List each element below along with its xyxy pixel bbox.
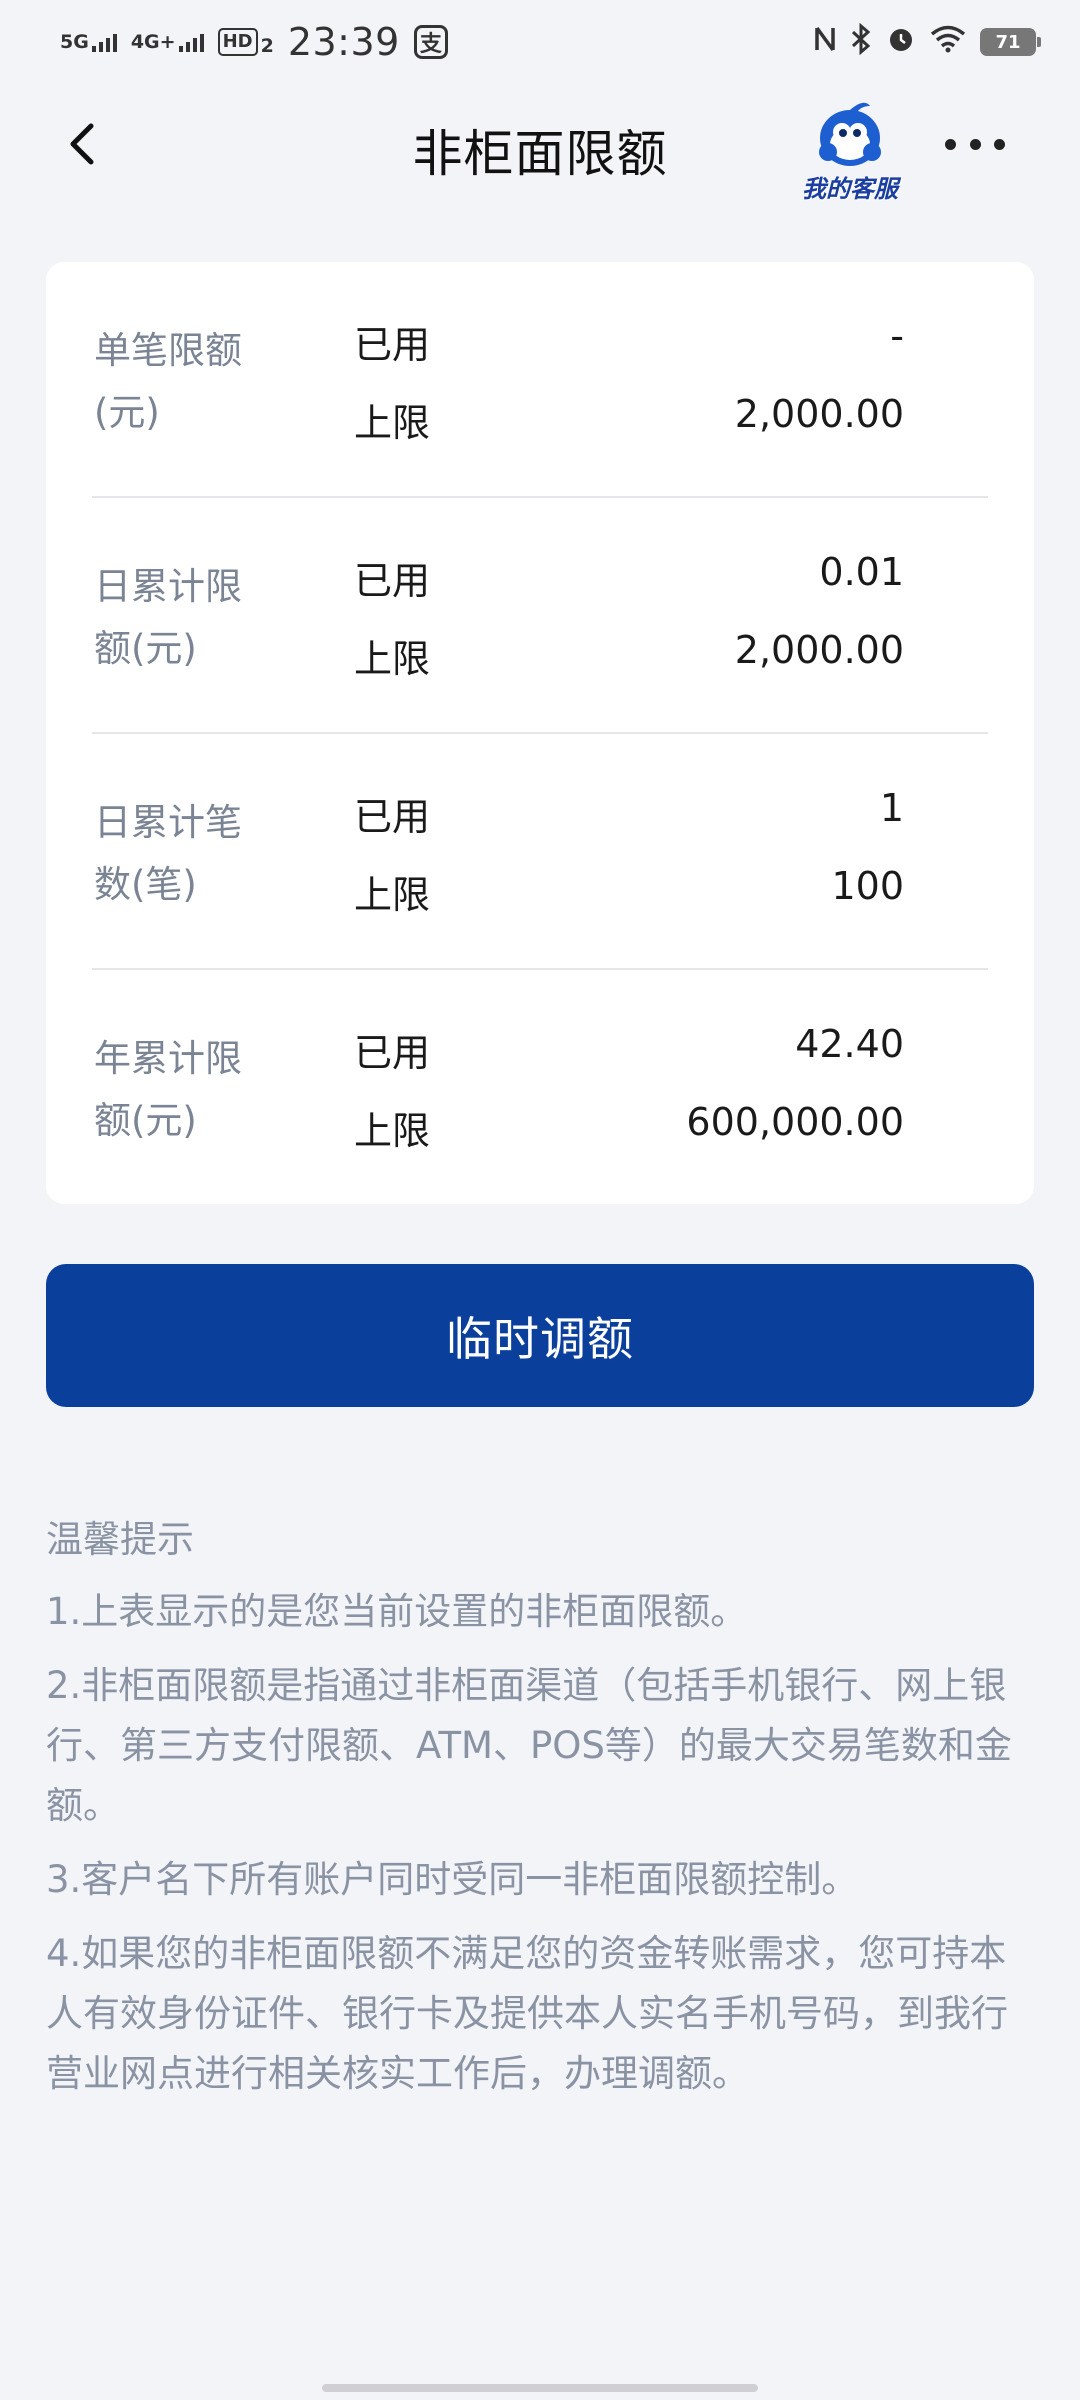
hd-badge: HD: [217, 28, 258, 56]
status-bar: 5G 4G+ HD 2 23:39 支 71: [0, 0, 1080, 84]
tip-item: 4.如果您的非柜面限额不满足您的资金转账需求，您可持本人有效身份证件、银行卡及提…: [46, 1932, 1008, 2095]
cap-value: 2,000.00: [734, 392, 904, 436]
used-value: 1: [879, 786, 904, 830]
status-bar-right: 71: [814, 22, 1041, 61]
signal-5g: 5G: [60, 30, 117, 53]
more-icon-dot: [969, 138, 981, 150]
alarm-icon: [886, 24, 916, 60]
cap-value: 100: [831, 864, 904, 908]
used-label: 已用: [354, 323, 431, 367]
used-pair: 已用 0.01: [354, 550, 904, 610]
tips-title: 温馨提示: [46, 1518, 194, 1561]
signal-4g: 4G+: [130, 30, 204, 53]
tip-item: 3.客户名下所有账户同时受同一非柜面限额控制。: [46, 1858, 859, 1901]
nfc-icon: [814, 24, 836, 60]
limit-name: 日累计笔数(笔): [94, 801, 242, 906]
network-type-label: 5G: [60, 30, 89, 53]
used-label: 已用: [354, 795, 431, 839]
limits-card: 单笔限额(元) 已用 - 上限 2,000.00 日累计限额(元) 已用 0.0…: [46, 262, 1034, 1204]
cap-label: 上限: [354, 401, 431, 445]
limit-name: 年累计限额(元): [94, 1037, 242, 1142]
battery-icon: 71: [980, 28, 1041, 56]
limit-row-daily-count: 日累计笔数(笔) 已用 1 上限 100: [46, 734, 1034, 970]
more-icon-dot: [994, 138, 1005, 150]
home-indicator[interactable]: [322, 2384, 758, 2392]
used-value: 42.40: [795, 1022, 904, 1066]
more-button[interactable]: [945, 124, 1005, 164]
used-pair: 已用 42.40: [354, 1022, 904, 1082]
limit-name: 日累计限额(元): [94, 565, 242, 670]
hd-voice-indicator: HD 2: [217, 28, 274, 57]
signal-bars-icon: [178, 33, 204, 52]
tip-item: 1.上表显示的是您当前设置的非柜面限额。: [46, 1590, 748, 1633]
service-label: 我的客服: [802, 175, 898, 203]
clock: 23:39: [287, 20, 400, 64]
used-label: 已用: [354, 1031, 431, 1075]
alipay-icon: 支: [413, 25, 448, 59]
cap-label: 上限: [354, 637, 431, 681]
more-icon-dot: [945, 138, 956, 150]
used-value: -: [890, 314, 904, 358]
limit-row-single: 单笔限额(元) 已用 - 上限 2,000.00: [46, 262, 1034, 498]
wifi-icon: [930, 25, 966, 59]
hd-sub-label: 2: [260, 35, 274, 57]
cap-pair: 上限 2,000.00: [354, 392, 904, 452]
cap-pair: 上限 100: [354, 864, 904, 924]
cap-value: 2,000.00: [734, 628, 904, 672]
status-bar-left: 5G 4G+ HD 2 23:39 支: [60, 20, 448, 64]
used-value: 0.01: [819, 550, 904, 594]
limit-row-daily-amount: 日累计限额(元) 已用 0.01 上限 2,000.00: [46, 498, 1034, 734]
limit-row-yearly-amount: 年累计限额(元) 已用 42.40 上限 600,000.00: [46, 970, 1034, 1206]
cap-label: 上限: [354, 1109, 431, 1153]
page-title: 非柜面限额: [412, 125, 668, 183]
nav-bar: 非柜面限额 我的客服: [0, 84, 1080, 214]
used-pair: 已用 1: [354, 786, 904, 846]
signal-bars-icon: [91, 33, 117, 52]
limit-name: 单笔限额(元): [94, 329, 242, 434]
customer-service-button[interactable]: 我的客服: [790, 96, 910, 206]
battery-level: 71: [995, 31, 1021, 53]
used-label: 已用: [354, 559, 431, 603]
tip-item: 2.非柜面限额是指通过非柜面渠道（包括手机银行、网上银行、第三方支付限额、ATM…: [46, 1664, 1012, 1827]
customer-service-mascot-icon: [819, 102, 881, 166]
cap-label: 上限: [354, 873, 431, 917]
cap-pair: 上限 600,000.00: [354, 1100, 904, 1160]
network-type-label: 4G+: [130, 30, 176, 53]
used-pair: 已用 -: [354, 314, 904, 374]
cap-pair: 上限 2,000.00: [354, 628, 904, 688]
temporary-adjust-button[interactable]: 临时调额: [46, 1264, 1034, 1407]
tips-section: 温馨提示 1.上表显示的是您当前设置的非柜面限额。 2.非柜面限额是指通过非柜面…: [46, 1510, 1036, 2118]
cap-value: 600,000.00: [686, 1100, 904, 1144]
bluetooth-icon: [850, 22, 872, 61]
